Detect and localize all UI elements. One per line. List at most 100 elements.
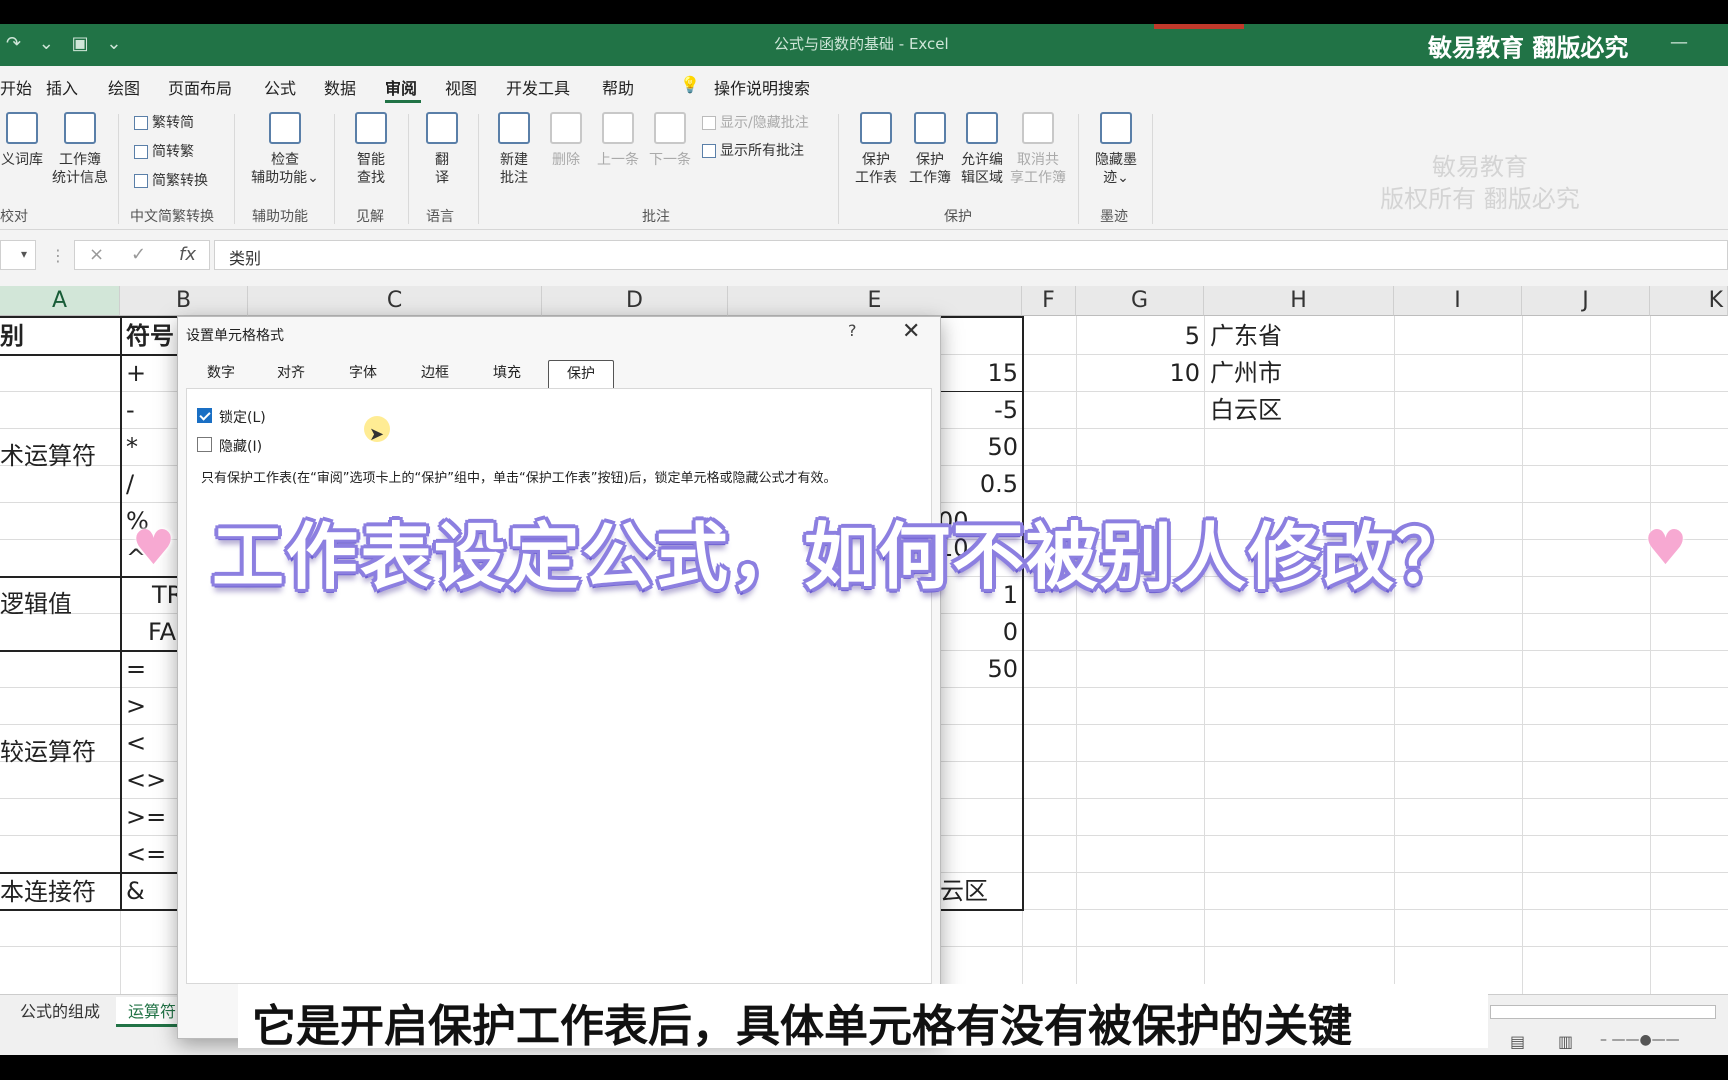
cell-g-value[interactable]: 10	[1080, 355, 1200, 391]
cell-b-arith[interactable]: /	[126, 466, 134, 502]
cell-h-value[interactable]: 白云区	[1210, 392, 1282, 428]
tab-developer[interactable]: 开发工具	[506, 75, 570, 99]
smart-lookup-button[interactable]: 智能 查找	[348, 112, 394, 187]
minimize-icon[interactable]: —	[1670, 32, 1688, 53]
cell-e-value[interactable]: -5	[930, 392, 1018, 428]
tab-home[interactable]: 开始	[0, 75, 32, 99]
tab-help[interactable]: 帮助	[602, 75, 634, 99]
cell-e-concat[interactable]: 云区	[940, 873, 988, 909]
hidden-checkbox[interactable]	[197, 437, 212, 452]
cell-compare-category[interactable]: 较运算符	[0, 734, 96, 770]
translate-button[interactable]: 翻译	[420, 112, 464, 187]
cell-e-value[interactable]: 50	[930, 651, 1018, 687]
dialog-tab-number[interactable]: 数字	[188, 360, 254, 388]
allow-edit-ranges-button[interactable]: 允许编 辑区域	[956, 112, 1008, 187]
cell-concat-category[interactable]: 本连接符	[0, 874, 96, 910]
hide-ink-button[interactable]: 隐藏墨 迹⌄	[1090, 112, 1142, 187]
formula-input[interactable]: 类别	[214, 240, 1728, 270]
cell-e-value[interactable]: 0	[930, 614, 1018, 650]
cancel-icon[interactable]: ×	[89, 244, 104, 265]
locked-label[interactable]: 锁定(L)	[219, 407, 266, 427]
delete-comment-button[interactable]: 删除	[544, 112, 588, 169]
dialog-tab-protection[interactable]: 保护	[548, 360, 614, 388]
column-header-c[interactable]: C	[248, 286, 542, 316]
show-hide-comment-button[interactable]: 显示/隐藏批注	[702, 114, 809, 132]
trad-to-simp-button[interactable]: 繁转简	[134, 114, 194, 132]
cell-b-arith[interactable]: -	[126, 392, 135, 428]
cell-e-value[interactable]: 0.5	[930, 466, 1018, 502]
column-header-e[interactable]: E	[728, 286, 1022, 316]
tab-page-layout[interactable]: 页面布局	[168, 75, 232, 99]
cell-b-compare[interactable]: <=	[126, 836, 166, 872]
help-icon[interactable]: ?	[848, 321, 857, 340]
cell-g-value[interactable]: 5	[1080, 318, 1200, 354]
hidden-label[interactable]: 隐藏(I)	[219, 436, 262, 456]
new-comment-icon	[498, 112, 530, 144]
check-accessibility-button[interactable]: 检查 辅助功能⌄	[244, 112, 326, 187]
tab-formulas[interactable]: 公式	[264, 75, 296, 99]
cell-b-compare[interactable]: =	[126, 651, 146, 687]
cell-b-compare[interactable]: <	[126, 725, 146, 761]
dialog-tab-alignment[interactable]: 对齐	[258, 360, 324, 388]
cell-h-value[interactable]: 广州市	[1210, 355, 1282, 391]
cell-a1[interactable]: 别	[0, 318, 24, 354]
cell-h-value[interactable]: 广东省	[1210, 318, 1282, 354]
cell-arith-category[interactable]: 术运算符	[0, 438, 96, 474]
dialog-tab-font[interactable]: 字体	[330, 360, 396, 388]
table-border	[0, 354, 178, 356]
dialog-tab-border[interactable]: 边框	[402, 360, 468, 388]
column-header-g[interactable]: G	[1076, 286, 1204, 316]
workbook-stats-button[interactable]: 工作簿 统计信息	[52, 112, 108, 187]
tab-data[interactable]: 数据	[324, 75, 356, 99]
column-header-a[interactable]: A	[0, 286, 120, 316]
cell-e-value[interactable]: 15	[930, 355, 1018, 391]
tab-review[interactable]: 审阅	[385, 75, 417, 99]
previous-comment-button[interactable]: 上一条	[594, 112, 642, 169]
zoom-slider[interactable]: – ——●——	[1600, 1032, 1680, 1048]
cell-b-concat[interactable]: &	[126, 873, 145, 909]
column-header-k[interactable]: K	[1650, 286, 1728, 316]
thesaurus-button[interactable]: 义词库	[0, 112, 44, 169]
cell-b-logic[interactable]: FA	[148, 614, 176, 650]
cell-b1[interactable]: 符号	[126, 318, 174, 354]
column-header-j[interactable]: J	[1522, 286, 1650, 316]
protect-workbook-button[interactable]: 保护 工作簿	[904, 112, 956, 187]
dialog-tab-fill[interactable]: 填充	[474, 360, 540, 388]
new-comment-button[interactable]: 新建 批注	[492, 112, 536, 187]
cell-b-compare[interactable]: >	[126, 688, 146, 724]
tab-insert[interactable]: 插入	[46, 75, 78, 99]
column-header-f[interactable]: F	[1022, 286, 1076, 316]
column-header-b[interactable]: B	[120, 286, 248, 316]
close-icon[interactable]: ✕	[902, 319, 920, 344]
unshare-workbook-button[interactable]: 取消共 享工作簿	[1008, 112, 1068, 187]
cell-b-compare[interactable]: <>	[126, 762, 166, 798]
cell-b-arith[interactable]: *	[126, 429, 138, 465]
cell-logic-category[interactable]: 逻辑值	[0, 586, 72, 622]
show-all-comments-button[interactable]: 显示所有批注	[702, 142, 804, 160]
next-comment-button[interactable]: 下一条	[646, 112, 694, 169]
name-box[interactable]: ▾	[0, 240, 36, 270]
tab-view[interactable]: 视图	[445, 75, 477, 99]
locked-checkbox[interactable]	[197, 408, 212, 423]
column-header-d[interactable]: D	[542, 286, 728, 316]
ribbon: 义词库 工作簿 统计信息 校对 繁转简 简转繁 简繁转换 中文简繁转换 检查 辅助功…	[0, 106, 1728, 230]
quick-access-toolbar[interactable]: ↷ ⌄ ▣ ⌄	[6, 33, 127, 54]
cell-e-value[interactable]: 50	[930, 429, 1018, 465]
horizontal-scrollbar[interactable]	[1490, 1005, 1716, 1019]
next-comment-icon	[654, 112, 686, 144]
enter-icon[interactable]: ✓	[131, 244, 146, 265]
insert-function-icon[interactable]: fx	[179, 244, 196, 265]
protect-sheet-button[interactable]: 保护 工作表	[850, 112, 902, 187]
tab-draw[interactable]: 绘图	[108, 75, 140, 99]
sheet-tab-formula-composition[interactable]: 公式的组成	[8, 997, 112, 1027]
page-layout-view-icon[interactable]: ▤	[1510, 1032, 1525, 1051]
cell-b-arith[interactable]: +	[126, 355, 146, 391]
page-break-view-icon[interactable]: ▥	[1558, 1032, 1573, 1051]
column-header-h[interactable]: H	[1204, 286, 1394, 316]
chinese-conversion-button[interactable]: 简繁转换	[134, 172, 208, 190]
cell-b-compare[interactable]: >=	[126, 799, 166, 835]
gridline	[1650, 316, 1651, 1021]
search-tell-me[interactable]: 操作说明搜索	[714, 75, 810, 99]
simp-to-trad-button[interactable]: 简转繁	[134, 143, 194, 161]
column-header-i[interactable]: I	[1394, 286, 1522, 316]
